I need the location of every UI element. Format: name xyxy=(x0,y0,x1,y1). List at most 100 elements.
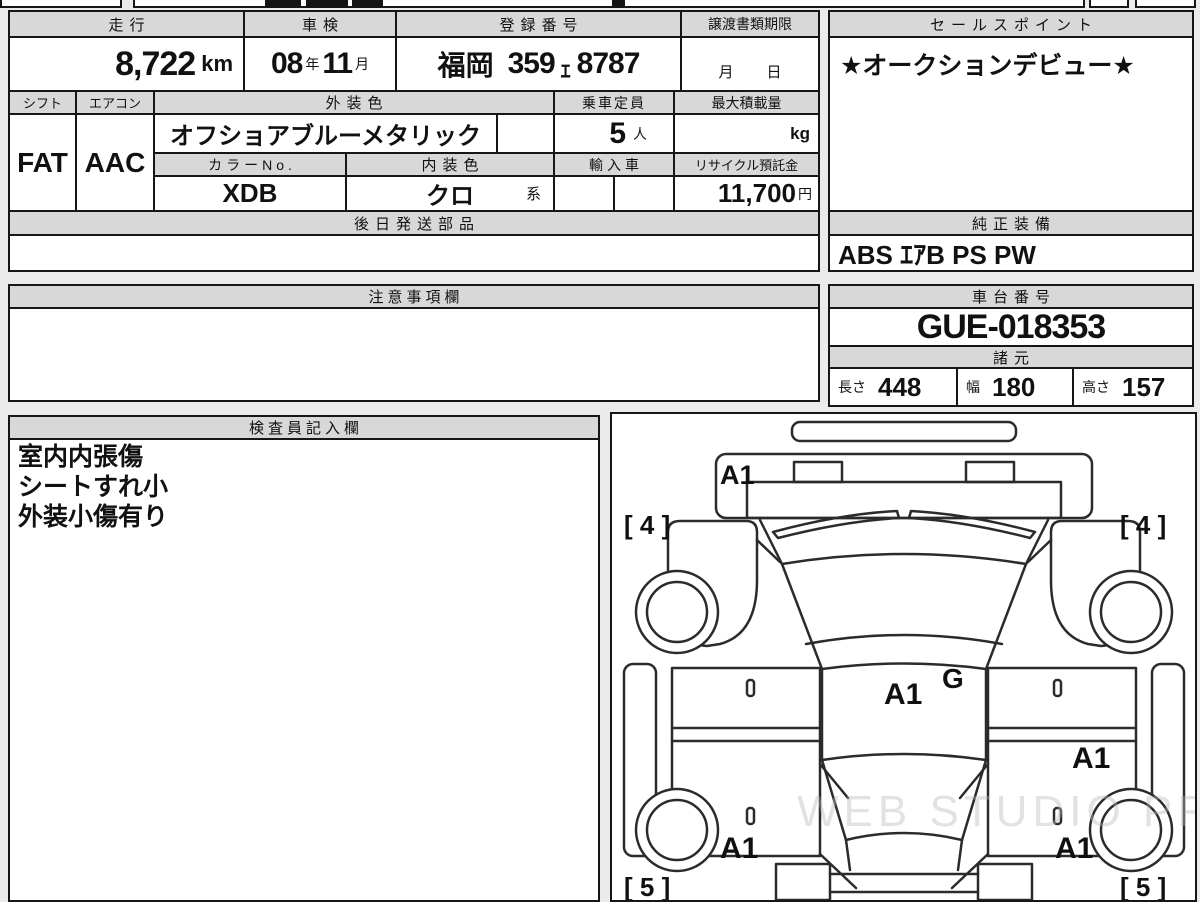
front-bumper-shape xyxy=(790,420,1018,443)
import-car-cell-b xyxy=(613,175,675,212)
inspector-line: シートすれ小 xyxy=(18,473,169,501)
tire-depth-rear-right: [ 5 ] xyxy=(1120,872,1166,900)
registration-class: 359 xyxy=(507,47,556,80)
spec-width-label: 幅 xyxy=(966,379,980,395)
cutoff-row-cell xyxy=(623,0,1085,8)
later-parts-header: 後日発送部品 xyxy=(8,210,820,236)
car-diagram: WEB STUDIO PRO A1 [ 4 ] [ 4 ] G A1 A1 A1… xyxy=(622,420,1195,900)
right-headlight-shape xyxy=(964,460,1016,484)
interior-color-header: 内装色 xyxy=(345,152,555,177)
color-no-code: XDB xyxy=(222,178,278,208)
capacity-header: 乗車定員 xyxy=(553,90,675,115)
inspection-value: 08 年 11 月 xyxy=(243,36,397,92)
right-taillight-shape xyxy=(976,862,1034,900)
damage-label-windshield: G xyxy=(942,663,964,694)
registration-kana: ｴ xyxy=(560,60,571,83)
wiper-shape xyxy=(907,509,1037,540)
transfer-month-unit: 月 xyxy=(718,64,734,81)
spec-height-value: 157 xyxy=(1122,371,1166,402)
cutoff-text-fragment xyxy=(306,0,348,8)
tire-depth-front-left: [ 4 ] xyxy=(624,510,670,540)
genuine-equipment-value: ABS ｴｱB PS PW xyxy=(828,234,1194,272)
cutoff-text-fragment xyxy=(265,0,301,8)
sales-point-header: セールスポイント xyxy=(828,10,1194,38)
damage-label-right-rear-wheel: A1 xyxy=(1055,832,1093,865)
chassis-no-value: GUE-018353 xyxy=(828,307,1194,347)
transfer-docs-header: 譲渡書類期限 xyxy=(680,10,820,38)
left-taillight-shape xyxy=(774,862,832,900)
sales-point-text: ★オークションデビュー★ xyxy=(840,52,1135,80)
chassis-no-header: 車台番号 xyxy=(828,284,1194,309)
shift-value: FAT xyxy=(8,113,77,212)
spec-height: 高さ 157 xyxy=(1072,367,1194,407)
door-handle xyxy=(745,678,756,698)
max-load-value: kg xyxy=(673,113,820,154)
inspector-line: 室内内張傷 xyxy=(18,443,144,471)
transfer-docs-value: 月 日 xyxy=(680,36,820,92)
damage-label-roof: A1 xyxy=(884,678,922,711)
capacity-number: 5 xyxy=(609,116,626,150)
spec-width: 幅 180 xyxy=(956,367,1074,407)
car-diagram-box: WEB STUDIO PRO A1 [ 4 ] [ 4 ] G A1 A1 A1… xyxy=(610,412,1197,902)
capacity-unit: 人 xyxy=(633,125,647,142)
exterior-color-name: オフショアブルーメタリック xyxy=(169,123,482,150)
transfer-day-unit: 日 xyxy=(766,64,782,81)
later-parts-value xyxy=(8,234,820,272)
inspection-year: 08 xyxy=(270,47,303,80)
shift-header: シフト xyxy=(8,90,77,115)
import-car-cell-a xyxy=(553,175,615,212)
specs-header: 諸元 xyxy=(828,345,1194,369)
interior-color-value: クロ 系 xyxy=(345,175,555,212)
genuine-equipment-header: 純正装備 xyxy=(828,210,1194,236)
max-load-unit: kg xyxy=(790,123,810,143)
inspection-month-unit: 月 xyxy=(355,56,370,72)
exterior-color-value: オフショアブルーメタリック xyxy=(153,113,498,154)
inspector-body: 室内内張傷 シートすれ小 外装小傷有り xyxy=(8,438,600,902)
auction-sheet: 走行 車検 登録番号 譲渡書類期限 8,722 km 08 年 11 月 福岡 … xyxy=(0,0,1200,902)
spec-height-label: 高さ xyxy=(1082,379,1110,395)
registration-header: 登録番号 xyxy=(395,10,682,38)
inspection-month: 11 xyxy=(322,47,353,80)
registration-number: 8787 xyxy=(576,47,641,80)
exterior-color-extra-cell xyxy=(496,113,555,154)
mileage-header: 走行 xyxy=(8,10,245,38)
genuine-equipment-text: ABS ｴｱB PS PW xyxy=(838,239,1036,270)
cutoff-row-cell xyxy=(1135,0,1196,8)
spec-width-value: 180 xyxy=(992,371,1036,402)
exterior-color-header: 外装色 xyxy=(153,90,555,115)
cutoff-text-fragment xyxy=(352,0,383,8)
aircon-code: AAC xyxy=(84,146,146,178)
notes-body xyxy=(8,307,820,402)
door-handle xyxy=(745,806,756,826)
spec-length-label: 長さ xyxy=(838,379,866,395)
cutoff-row-cell xyxy=(1089,0,1129,8)
wiper-shape xyxy=(771,509,901,540)
spec-length-value: 448 xyxy=(878,371,922,402)
cutoff-row-cell xyxy=(0,0,122,8)
recycle-deposit-header: リサイクル預託金 xyxy=(673,152,820,177)
spec-length: 長さ 448 xyxy=(828,367,958,407)
max-load-header: 最大積載量 xyxy=(673,90,820,115)
inspection-year-unit: 年 xyxy=(305,56,320,72)
watermark-text: WEB STUDIO PRO xyxy=(797,787,1195,836)
color-no-header: カラーNo. xyxy=(153,152,347,177)
inspector-header: 検査員記入欄 xyxy=(8,415,600,440)
damage-label-left-rear-wheel: A1 xyxy=(720,832,758,865)
registration-value: 福岡 359 ｴ 8787 xyxy=(395,36,682,92)
windshield-shape xyxy=(780,552,1028,566)
registration-region: 福岡 xyxy=(437,50,494,81)
recycle-deposit-value: 11,700 円 xyxy=(673,175,820,212)
mileage-number: 8,722 xyxy=(115,44,196,83)
import-car-header: 輸入車 xyxy=(553,152,675,177)
cutoff-text-fragment xyxy=(612,0,624,8)
capacity-value: 5 人 xyxy=(553,113,675,154)
sales-point-value: ★オークションデビュー★ xyxy=(828,36,1194,212)
aircon-value: AAC xyxy=(75,113,155,212)
inspection-header: 車検 xyxy=(243,10,397,38)
damage-label-right-rear-door: A1 xyxy=(1072,742,1110,775)
left-headlight-shape xyxy=(792,460,844,484)
tire-depth-front-right: [ 4 ] xyxy=(1120,510,1166,540)
color-no-value: XDB xyxy=(153,175,347,212)
recycle-deposit-amount: 11,700 xyxy=(717,178,796,208)
tire-depth-rear-left: [ 5 ] xyxy=(624,872,670,900)
